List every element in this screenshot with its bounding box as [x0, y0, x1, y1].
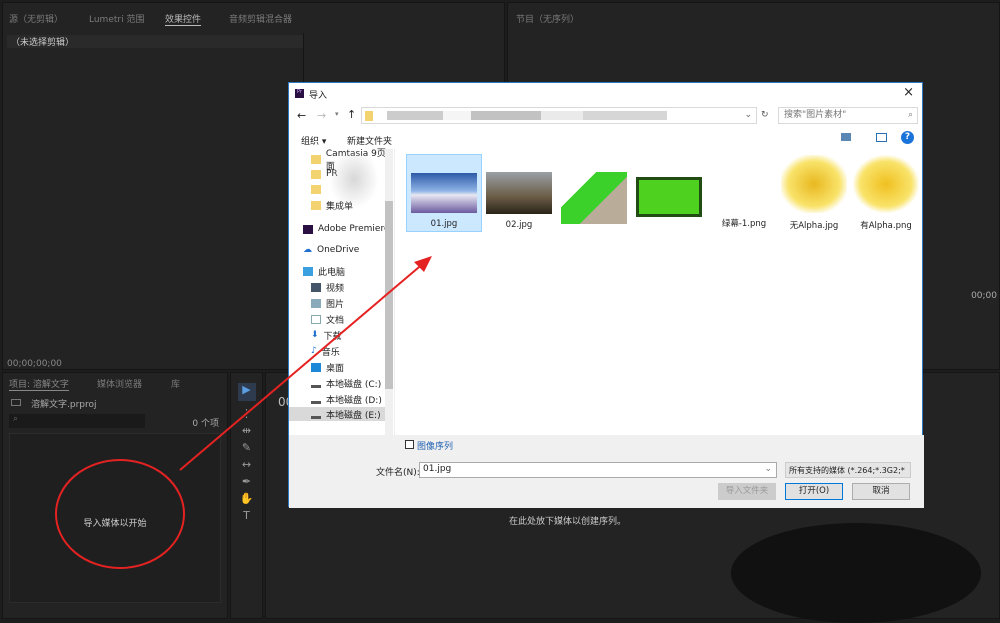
- annotation-overlay: [55, 256, 432, 569]
- red-arrow-line: [179, 261, 426, 471]
- red-circle: [55, 459, 185, 569]
